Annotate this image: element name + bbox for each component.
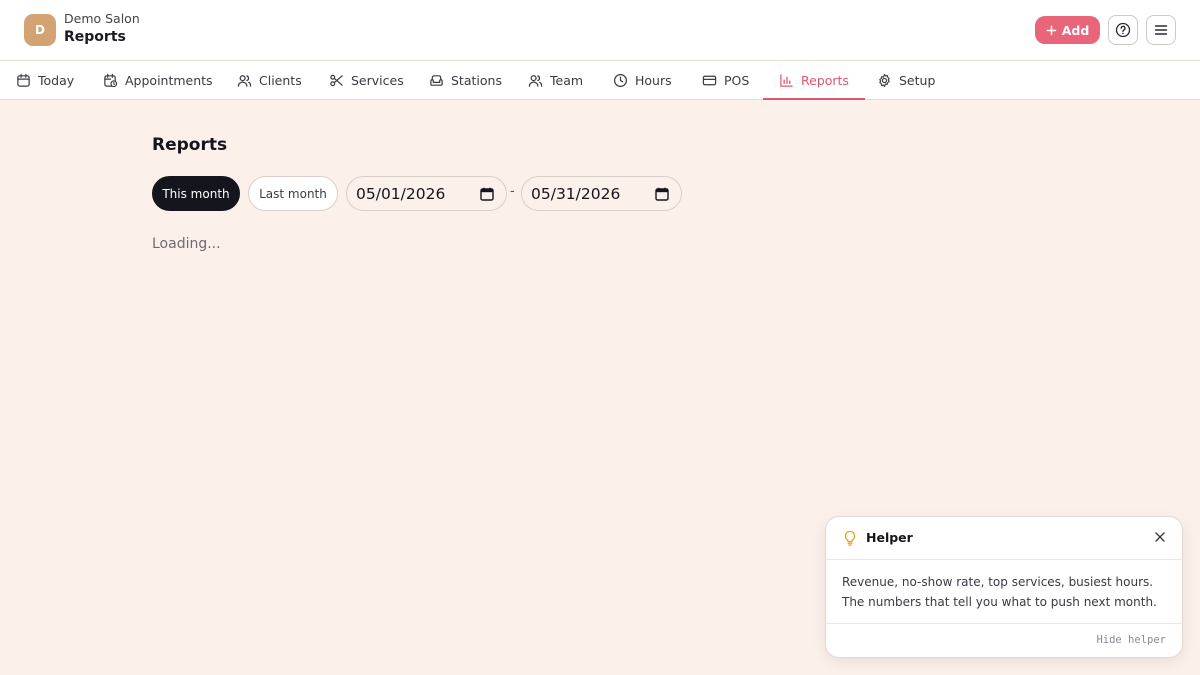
helper-title: Helper <box>866 530 913 545</box>
clock-icon <box>613 73 628 87</box>
credit-card-icon <box>702 75 717 85</box>
tab-label: Services <box>351 72 404 88</box>
start-date-value: 05/01/2026 <box>356 184 446 203</box>
hide-helper-link[interactable]: Hide helper <box>1096 634 1166 646</box>
close-icon[interactable] <box>1152 529 1168 545</box>
helper-body: Revenue, no-show rate, top services, bus… <box>842 575 1157 609</box>
bar-chart-icon <box>780 73 793 87</box>
users-icon <box>237 74 252 87</box>
armchair-icon <box>430 74 443 86</box>
calendar-picker-icon[interactable] <box>480 187 494 201</box>
tab-label: Clients <box>259 72 302 88</box>
this-month-button[interactable]: This month <box>152 176 240 211</box>
hamburger-menu-icon <box>1154 25 1168 35</box>
date-range-separator: - <box>510 184 515 199</box>
gear-icon <box>879 73 890 87</box>
end-date-value: 05/31/2026 <box>531 184 621 203</box>
help-icon <box>1115 22 1131 38</box>
start-date-input[interactable]: 05/01/2026 <box>346 176 507 211</box>
calendar-picker-icon[interactable] <box>655 187 669 201</box>
tab-clients[interactable]: Clients <box>237 61 302 99</box>
tab-team[interactable]: Team <box>528 61 583 99</box>
salon-name: Demo Salon <box>64 11 140 26</box>
tab-appointments[interactable]: Appointments <box>103 61 213 99</box>
add-button[interactable]: Add <box>1035 16 1100 44</box>
tab-services[interactable]: Services <box>329 61 404 99</box>
add-button-label: Add <box>1061 22 1090 38</box>
tab-label: Reports <box>801 72 849 88</box>
last-month-button[interactable]: Last month <box>248 176 338 211</box>
tab-label: Hours <box>635 72 672 88</box>
lightbulb-icon <box>844 530 856 546</box>
page-title: Reports <box>152 135 228 155</box>
helper-header: Helper <box>826 517 1182 560</box>
help-button[interactable] <box>1108 15 1138 45</box>
calendar-icon <box>17 73 30 87</box>
team-icon <box>528 74 543 87</box>
tab-pos[interactable]: POS <box>702 61 749 99</box>
avatar[interactable]: D <box>24 14 56 46</box>
tab-label: POS <box>724 72 750 88</box>
tab-label: Today <box>38 72 75 88</box>
tab-label: Stations <box>451 72 502 88</box>
tab-today[interactable]: Today <box>16 61 74 99</box>
tab-label: Team <box>550 72 584 88</box>
loading-text: Loading... <box>152 236 221 252</box>
calendar-clock-icon <box>104 73 118 87</box>
top-header: D Demo Salon Reports Add <box>0 0 1200 61</box>
tab-reports[interactable]: Reports <box>763 61 865 100</box>
end-date-input[interactable]: 05/31/2026 <box>521 176 682 211</box>
helper-panel: Helper Revenue, no-show rate, top servic… <box>825 516 1183 658</box>
tab-stations[interactable]: Stations <box>429 61 502 99</box>
tab-navigation: Today Appointments Clients Services Stat… <box>0 61 1200 100</box>
tab-hours[interactable]: Hours <box>613 61 672 99</box>
tab-label: Setup <box>899 72 936 88</box>
header-page-title: Reports <box>64 29 126 45</box>
menu-button[interactable] <box>1146 15 1176 45</box>
scissors-icon <box>330 74 343 86</box>
plus-icon <box>1046 25 1057 35</box>
helper-footer: Hide helper <box>826 623 1182 657</box>
tab-label: Appointments <box>125 72 213 88</box>
tab-setup[interactable]: Setup <box>877 61 935 99</box>
